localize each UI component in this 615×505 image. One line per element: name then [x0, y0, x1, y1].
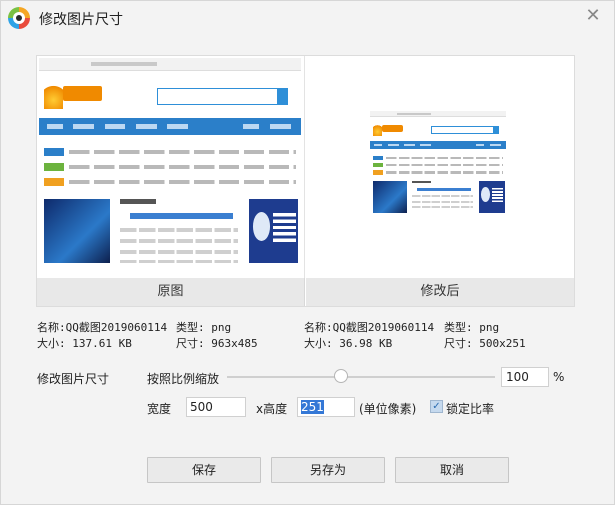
scale-percent-input[interactable]: 100 [501, 367, 549, 387]
title-bar[interactable]: 修改图片尺寸 ✕ [1, 1, 614, 34]
dialog-title: 修改图片尺寸 [39, 12, 123, 28]
save-button[interactable]: 保存 [147, 457, 261, 483]
scale-label: 按照比例缩放 [147, 372, 220, 386]
resize-dialog: 修改图片尺寸 ✕ 原图 修改后 名称:QQ截图2019060114 类型: pn… [0, 0, 615, 505]
modified-image-thumbnail [370, 111, 506, 217]
height-value-selected: 251 [301, 400, 324, 414]
percent-unit: % [553, 370, 565, 384]
modified-preview-pane [306, 56, 574, 278]
preview-area: 原图 修改后 [36, 55, 575, 307]
lock-ratio-checkbox[interactable]: ✓ [430, 400, 443, 413]
app-eye-logo-icon [8, 7, 30, 29]
modified-name: 名称:QQ截图2019060114 [304, 321, 435, 334]
lock-ratio-label: 锁定比率 [446, 402, 495, 416]
original-image-thumbnail [39, 58, 301, 272]
cancel-button[interactable]: 取消 [395, 457, 509, 483]
width-label: 宽度 [147, 402, 172, 416]
original-size: 大小: 137.61 KB [37, 337, 132, 350]
resize-section-label: 修改图片尺寸 [37, 372, 110, 386]
save-as-button[interactable]: 另存为 [271, 457, 385, 483]
original-name: 名称:QQ截图2019060114 [37, 321, 168, 334]
scale-slider-track[interactable] [227, 376, 495, 378]
close-icon[interactable]: ✕ [584, 7, 602, 25]
height-input[interactable]: 251 [297, 397, 355, 417]
modified-dimensions: 尺寸: 500x251 [444, 337, 526, 350]
original-dimensions: 尺寸: 963x485 [176, 337, 258, 350]
original-type: 类型: png [176, 321, 232, 334]
unit-label: (单位像素) [359, 402, 417, 416]
modified-label: 修改后 [306, 278, 574, 306]
height-label: x高度 [256, 402, 288, 416]
original-preview-pane [37, 56, 305, 278]
modified-size: 大小: 36.98 KB [304, 337, 393, 350]
original-label: 原图 [37, 278, 305, 306]
scale-slider-thumb[interactable] [334, 369, 348, 383]
modified-type: 类型: png [444, 321, 500, 334]
width-input[interactable]: 500 [186, 397, 246, 417]
